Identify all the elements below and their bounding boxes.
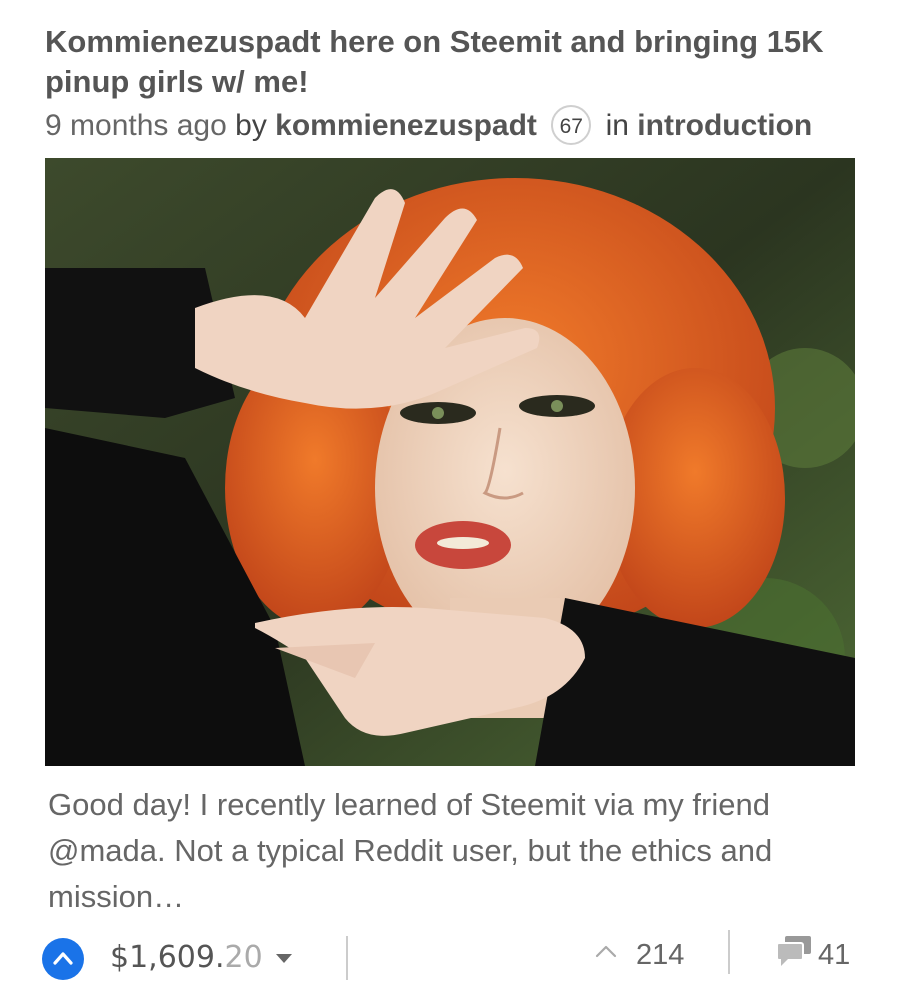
author-link[interactable]: kommienezuspadt — [275, 109, 537, 142]
reputation-badge: 67 — [551, 105, 592, 146]
footer-divider — [728, 930, 730, 974]
post-meta: 9 months ago by kommienezuspadt 67 in in… — [45, 105, 812, 147]
in-label: in — [605, 109, 629, 142]
category-link[interactable]: introduction — [637, 109, 812, 142]
post-footer: $1,609.20 214 41 — [0, 930, 900, 986]
payout-amount[interactable]: $1,609.20 — [110, 940, 263, 975]
pinup-portrait-image — [45, 158, 855, 766]
post-title[interactable]: Kommienezuspadt here on Steemit and brin… — [45, 22, 865, 102]
comment-count[interactable]: 41 — [818, 939, 850, 972]
up-caret-icon[interactable] — [594, 944, 618, 958]
payout-cents: 20 — [224, 940, 263, 975]
post-excerpt[interactable]: Good day! I recently learned of Steemit … — [48, 782, 858, 920]
caret-down-icon[interactable] — [276, 954, 292, 963]
footer-divider — [346, 936, 348, 980]
vote-count[interactable]: 214 — [636, 939, 684, 972]
post-card: Kommienezuspadt here on Steemit and brin… — [0, 0, 900, 1008]
by-label: by — [235, 109, 267, 142]
payout-main: $1,609. — [110, 940, 225, 975]
upvote-button[interactable] — [42, 938, 84, 980]
post-time: 9 months ago — [45, 109, 227, 142]
speech-bubbles-icon[interactable] — [775, 934, 813, 968]
upvote-chevron-icon — [53, 952, 73, 965]
post-image[interactable] — [45, 158, 855, 766]
